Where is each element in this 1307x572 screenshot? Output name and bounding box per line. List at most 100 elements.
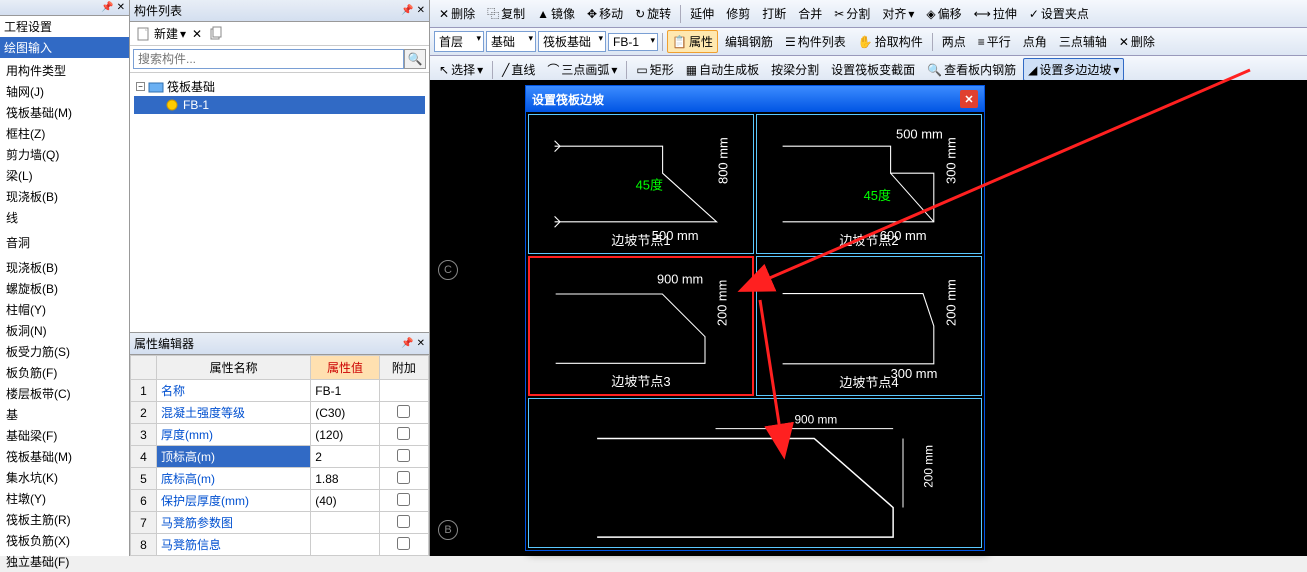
parallel-button[interactable]: ≡ 平行 — [973, 30, 1016, 53]
cat-item[interactable]: 板负筋(F) — [0, 362, 129, 383]
delete-button[interactable]: ✕ 删除 — [434, 2, 480, 25]
cat-item[interactable]: 基 — [0, 404, 129, 425]
move-button[interactable]: ✥ 移动 — [582, 2, 628, 25]
pin-icon[interactable]: 📌 ✕ — [401, 338, 425, 349]
auto-gen-slab-button[interactable]: ▦ 自动生成板 — [681, 58, 764, 81]
cat-item[interactable]: 基础梁(F) — [0, 425, 129, 446]
property-button[interactable]: 📋 属性 — [667, 30, 718, 53]
dialog-titlebar[interactable]: 设置筏板边坡 ✕ — [526, 86, 984, 112]
merge-button[interactable]: 合并 — [793, 2, 827, 25]
cat-item[interactable]: 剪力墙(Q) — [0, 144, 129, 165]
close-icon[interactable]: ✕ — [960, 90, 978, 108]
floor-combo[interactable]: 首层 — [434, 31, 484, 52]
nav-engineering-settings[interactable]: 工程设置 — [0, 16, 129, 37]
slope-node-1[interactable]: 45度 500 mm 800 mm 边坡节点1 — [528, 114, 754, 254]
arc-button[interactable]: ⌒ 三点画弧 ▾ — [542, 58, 622, 81]
align-button[interactable]: 对齐 ▾ — [877, 2, 919, 25]
cat-item[interactable]: 筏板负筋(X) — [0, 530, 129, 551]
prop-row[interactable]: 2混凝土强度等级(C30) — [131, 402, 429, 424]
point-angle-button[interactable]: 点角 — [1018, 30, 1052, 53]
prop-checkbox[interactable] — [397, 405, 410, 418]
prop-row[interactable]: 7马凳筋参数图 — [131, 512, 429, 534]
break-button[interactable]: 打断 — [757, 2, 791, 25]
cat-item[interactable]: 框柱(Z) — [0, 123, 129, 144]
prop-row[interactable]: 5底标高(m)1.88 — [131, 468, 429, 490]
cat-item[interactable]: 集水坑(K) — [0, 467, 129, 488]
extend-button[interactable]: 延伸 — [685, 2, 719, 25]
category-combo[interactable]: 基础 — [486, 31, 536, 52]
slope-node-3[interactable]: 900 mm 200 mm 边坡节点3 — [528, 256, 754, 396]
three-point-axis-button[interactable]: 三点辅轴 — [1054, 30, 1112, 53]
cat-item[interactable]: 筏板主筋(R) — [0, 509, 129, 530]
edit-rebar-button[interactable]: 编辑钢筋 — [720, 30, 778, 53]
offset-button[interactable]: ◈ 偏移 — [921, 2, 966, 25]
cat-item[interactable]: 轴网(J) — [0, 81, 129, 102]
cat-item[interactable]: 独立基础(F) — [0, 551, 129, 572]
copy-icon[interactable] — [208, 26, 224, 42]
nav-drawing-input[interactable]: 绘图输入 — [0, 37, 129, 58]
cat-item[interactable]: 筏板基础(M) — [0, 102, 129, 123]
two-point-button[interactable]: 两点 — [937, 30, 971, 53]
cat-item[interactable]: 线 — [0, 207, 129, 228]
cat-item[interactable]: 用构件类型 — [0, 60, 129, 81]
line-button[interactable]: ╱ 直线 — [497, 58, 540, 81]
col-name: 属性名称 — [157, 356, 311, 380]
trim-button[interactable]: 修剪 — [721, 2, 755, 25]
cat-item[interactable]: 板受力筋(S) — [0, 341, 129, 362]
delete-axis-button[interactable]: ✕ 删除 — [1114, 30, 1160, 53]
cat-item[interactable]: 柱帽(Y) — [0, 299, 129, 320]
cat-item[interactable]: 现浇板(B) — [0, 186, 129, 207]
pin-icon[interactable]: 📌 ✕ — [101, 2, 125, 13]
select-button[interactable]: ↖ 选择 ▾ — [434, 58, 488, 81]
pick-component-button[interactable]: ✋ 拾取构件 — [853, 30, 928, 53]
stretch-button[interactable]: ⟷ 拉伸 — [969, 2, 1022, 25]
category-list: 用构件类型 轴网(J) 筏板基础(M) 框柱(Z) 剪力墙(Q) 梁(L) 现浇… — [0, 58, 129, 572]
cat-item[interactable]: 现浇板(B) — [0, 257, 129, 278]
collapse-icon[interactable]: − — [136, 82, 145, 91]
set-multi-slope-button[interactable]: ◢ 设置多边边坡 ▾ — [1023, 58, 1124, 81]
cat-item[interactable]: 梁(L) — [0, 165, 129, 186]
rotate-button[interactable]: ↻ 旋转 — [630, 2, 676, 25]
prop-checkbox[interactable] — [397, 427, 410, 440]
type-combo[interactable]: 筏板基础 — [538, 31, 606, 52]
prop-row[interactable]: 8马凳筋信息 — [131, 534, 429, 556]
prop-row[interactable]: 3厚度(mm)(120) — [131, 424, 429, 446]
slope-node-2[interactable]: 45度 500 mm 600 mm 300 mm 边坡节点2 — [756, 114, 982, 254]
search-input[interactable] — [133, 49, 404, 69]
component-list-header: 构件列表 📌 ✕ — [130, 0, 429, 22]
cat-item[interactable]: 柱墩(Y) — [0, 488, 129, 509]
view-rebar-button[interactable]: 🔍 查看板内钢筋 — [922, 58, 1021, 81]
rect-button[interactable]: ▭ 矩形 — [631, 58, 678, 81]
dialog-title-text: 设置筏板边坡 — [532, 91, 604, 108]
new-button[interactable]: 新建 ▾ — [136, 25, 186, 42]
copy-button[interactable]: ⿻ 复制 — [482, 2, 530, 25]
cat-item[interactable]: 音洞 — [0, 232, 129, 253]
instance-combo[interactable]: FB-1 — [608, 33, 658, 51]
delete-icon[interactable]: ✕ — [192, 27, 202, 41]
prop-row[interactable]: 4顶标高(m)2 — [131, 446, 429, 468]
cat-item[interactable]: 板洞(N) — [0, 320, 129, 341]
tree-root[interactable]: − 筏板基础 — [134, 77, 425, 96]
prop-row[interactable]: 6保护层厚度(mm)(40) — [131, 490, 429, 512]
prop-checkbox[interactable] — [397, 449, 410, 462]
pin-icon[interactable]: 📌 ✕ — [401, 5, 425, 16]
search-button[interactable]: 🔍 — [404, 49, 426, 69]
prop-checkbox[interactable] — [397, 515, 410, 528]
split-by-beam-button[interactable]: 按梁分割 — [766, 58, 824, 81]
prop-row[interactable]: 1名称FB-1 — [131, 380, 429, 402]
slope-node-4[interactable]: 300 mm 200 mm 边坡节点4 — [756, 256, 982, 396]
cat-item[interactable]: 筏板基础(M) — [0, 446, 129, 467]
prop-checkbox[interactable] — [397, 471, 410, 484]
component-list-panel: 构件列表 📌 ✕ 新建 ▾ ✕ 🔍 − 筏板基础 FB-1 属性编辑器 📌 ✕ — [130, 0, 430, 556]
split-button[interactable]: ✂ 分割 — [829, 2, 875, 25]
component-list-button[interactable]: ☰ 构件列表 — [780, 30, 851, 53]
mirror-button[interactable]: ▲ 镜像 — [532, 2, 580, 25]
prop-checkbox[interactable] — [397, 537, 410, 550]
cat-item[interactable]: 楼层板带(C) — [0, 383, 129, 404]
prop-checkbox[interactable] — [397, 493, 410, 506]
set-section-button[interactable]: 设置筏板变截面 — [826, 58, 920, 81]
set-grip-button[interactable]: ✓ 设置夹点 — [1024, 2, 1094, 25]
cat-item[interactable]: 螺旋板(B) — [0, 278, 129, 299]
tree-child-fb1[interactable]: FB-1 — [134, 96, 425, 114]
left-sidebar: 📌 ✕ 工程设置 绘图输入 用构件类型 轴网(J) 筏板基础(M) 框柱(Z) … — [0, 0, 130, 556]
